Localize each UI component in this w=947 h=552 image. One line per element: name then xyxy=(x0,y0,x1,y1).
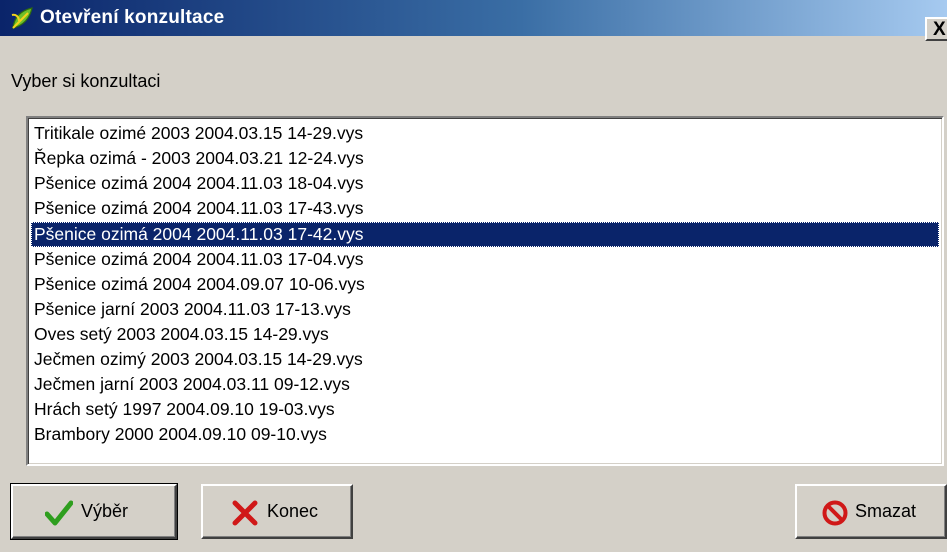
title-bar[interactable]: Otevření konzultace xyxy=(0,0,947,36)
no-entry-icon xyxy=(822,500,848,526)
close-window-button[interactable]: X xyxy=(925,17,947,41)
close-icon: X xyxy=(933,19,946,40)
window-title: Otevření konzultace xyxy=(40,7,225,28)
list-item[interactable]: Pšenice ozimá 2004 2004.11.03 17-04.vys xyxy=(31,247,939,272)
close-button-label: Konec xyxy=(267,501,319,521)
list-item[interactable]: Pšenice jarní 2003 2004.11.03 17-13.vys xyxy=(31,297,939,322)
leaf-app-icon xyxy=(11,7,33,29)
list-item[interactable]: Ječmen ozimý 2003 2004.03.15 14-29.vys xyxy=(31,347,939,372)
list-item[interactable]: Brambory 2000 2004.09.10 09-10.vys xyxy=(31,422,939,447)
list-item[interactable]: Oves setý 2003 2004.03.15 14-29.vys xyxy=(31,322,939,347)
list-item[interactable]: Tritikale ozimé 2003 2004.03.15 14-29.vy… xyxy=(31,121,939,146)
list-item[interactable]: Pšenice ozimá 2004 2004.11.03 18-04.vys xyxy=(31,171,939,196)
consultation-list[interactable]: Tritikale ozimé 2003 2004.03.15 14-29.vy… xyxy=(26,116,944,466)
select-button[interactable]: Výběr xyxy=(10,483,178,540)
list-item[interactable]: Pšenice ozimá 2004 2004.11.03 17-43.vys xyxy=(31,196,939,221)
list-item[interactable]: Ječmen jarní 2003 2004.03.11 09-12.vys xyxy=(31,372,939,397)
list-item[interactable]: Řepka ozimá - 2003 2004.03.21 12-24.vys xyxy=(31,146,939,171)
delete-button-label: Smazat xyxy=(855,501,917,521)
cross-icon xyxy=(232,500,258,526)
delete-button[interactable]: Smazat xyxy=(795,484,947,539)
select-button-label: Výběr xyxy=(81,501,129,521)
list-item-selected[interactable]: Pšenice ozimá 2004 2004.11.03 17-42.vys xyxy=(31,222,939,247)
prompt-label: Vyber si konzultaci xyxy=(11,71,161,91)
list-item[interactable]: Pšenice ozimá 2004 2004.09.07 10-06.vys xyxy=(31,272,939,297)
checkmark-icon xyxy=(45,500,73,526)
list-item[interactable]: Hrách setý 1997 2004.09.10 19-03.vys xyxy=(31,397,939,422)
close-button[interactable]: Konec xyxy=(201,484,353,539)
